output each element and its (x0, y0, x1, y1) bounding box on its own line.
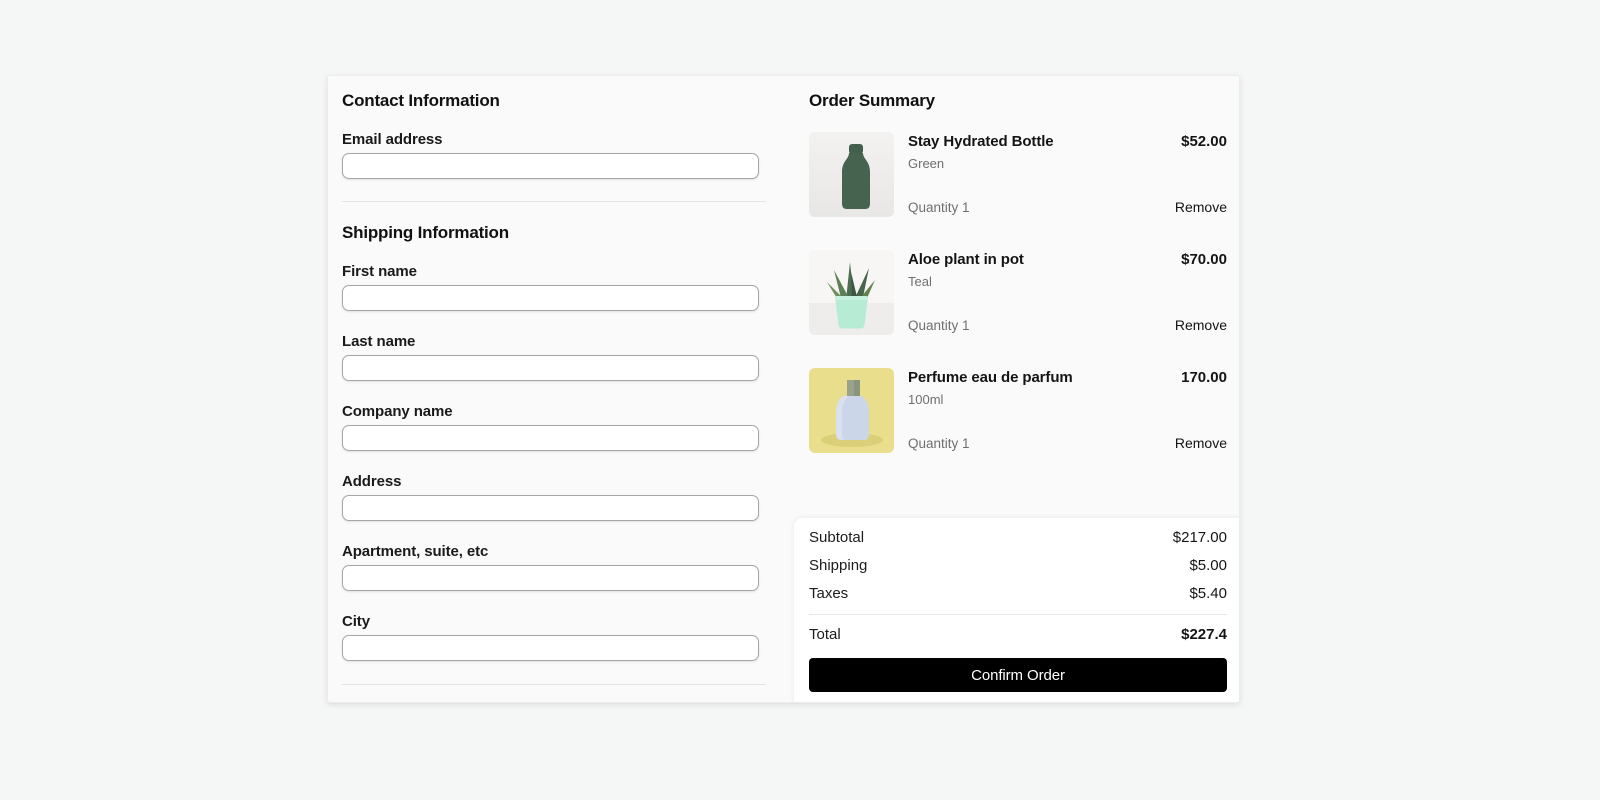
checkout-card: Contact Information Email address Shippi… (327, 75, 1240, 703)
aloe-plant-product-image (809, 250, 894, 335)
field-address: Address (342, 474, 766, 521)
cart-item-perfume: Perfume eau de parfum 100ml Quantity 1 1… (809, 368, 1227, 453)
total-value: $227.4 (1181, 626, 1227, 643)
city-input[interactable] (342, 635, 759, 661)
field-apartment: Apartment, suite, etc (342, 544, 766, 591)
taxes-value: $5.40 (1189, 585, 1227, 602)
divider (342, 684, 766, 685)
address-input[interactable] (342, 495, 759, 521)
perfume-bottle-product-image (809, 368, 894, 453)
item-actions: $70.00 Remove (1175, 250, 1227, 335)
first-name-input[interactable] (342, 285, 759, 311)
city-label: City (342, 613, 370, 630)
taxes-row: Taxes $5.40 (809, 586, 1227, 601)
subtotal-value: $217.00 (1172, 529, 1227, 546)
apartment-input[interactable] (342, 565, 759, 591)
remove-item-button[interactable]: Remove (1175, 436, 1227, 453)
last-name-input[interactable] (342, 355, 759, 381)
contact-information-title: Contact Information (342, 91, 500, 110)
order-summary-title: Order Summary (809, 91, 935, 110)
item-quantity: Quantity 1 (908, 318, 970, 333)
item-variant: Green (908, 156, 945, 171)
field-first-name: First name (342, 264, 766, 311)
field-last-name: Last name (342, 334, 766, 381)
divider (342, 201, 766, 202)
item-name: Aloe plant in pot (908, 251, 1024, 268)
company-name-label: Company name (342, 403, 453, 420)
item-details: Stay Hydrated Bottle Green Quantity 1 (894, 132, 1175, 217)
field-email: Email address (342, 132, 766, 179)
item-quantity: Quantity 1 (908, 436, 970, 451)
total-row: Total $227.4 (809, 627, 1227, 642)
item-name: Stay Hydrated Bottle (908, 133, 1054, 150)
item-price: 170.00 (1181, 369, 1227, 386)
item-details: Perfume eau de parfum 100ml Quantity 1 (894, 368, 1175, 453)
order-totals-card: Subtotal $217.00 Shipping $5.00 Taxes $5… (794, 518, 1239, 702)
divider (809, 614, 1227, 615)
email-label: Email address (342, 131, 443, 148)
subtotal-label: Subtotal (809, 529, 865, 546)
apartment-label: Apartment, suite, etc (342, 543, 489, 560)
shipping-value: $5.00 (1189, 557, 1227, 574)
cart-item-bottle: Stay Hydrated Bottle Green Quantity 1 $5… (809, 132, 1227, 217)
item-actions: 170.00 Remove (1175, 368, 1227, 453)
item-name: Perfume eau de parfum (908, 369, 1073, 386)
remove-item-button[interactable]: Remove (1175, 200, 1227, 217)
item-variant: Teal (908, 274, 932, 289)
item-actions: $52.00 Remove (1175, 132, 1227, 217)
order-summary-column: Order Summary Stay Hydrated Bottle Green… (809, 92, 1227, 486)
address-label: Address (342, 473, 402, 490)
email-input[interactable] (342, 153, 759, 179)
field-city: City (342, 614, 766, 661)
field-company-name: Company name (342, 404, 766, 451)
shipping-information-title: Shipping Information (342, 223, 509, 242)
item-price: $70.00 (1181, 251, 1227, 268)
confirm-order-button[interactable]: Confirm Order (809, 658, 1227, 692)
taxes-label: Taxes (809, 585, 849, 602)
first-name-label: First name (342, 263, 417, 280)
last-name-label: Last name (342, 333, 416, 350)
checkout-form-column: Contact Information Email address Shippi… (342, 92, 766, 685)
total-label: Total (809, 626, 841, 643)
cart-item-aloe: Aloe plant in pot Teal Quantity 1 $70.00… (809, 250, 1227, 335)
item-quantity: Quantity 1 (908, 200, 970, 215)
item-details: Aloe plant in pot Teal Quantity 1 (894, 250, 1175, 335)
green-bottle-product-image (809, 132, 894, 217)
item-price: $52.00 (1181, 133, 1227, 150)
company-name-input[interactable] (342, 425, 759, 451)
shipping-row: Shipping $5.00 (809, 558, 1227, 573)
remove-item-button[interactable]: Remove (1175, 318, 1227, 335)
item-variant: 100ml (908, 392, 944, 407)
subtotal-row: Subtotal $217.00 (809, 530, 1227, 545)
shipping-label: Shipping (809, 557, 868, 574)
